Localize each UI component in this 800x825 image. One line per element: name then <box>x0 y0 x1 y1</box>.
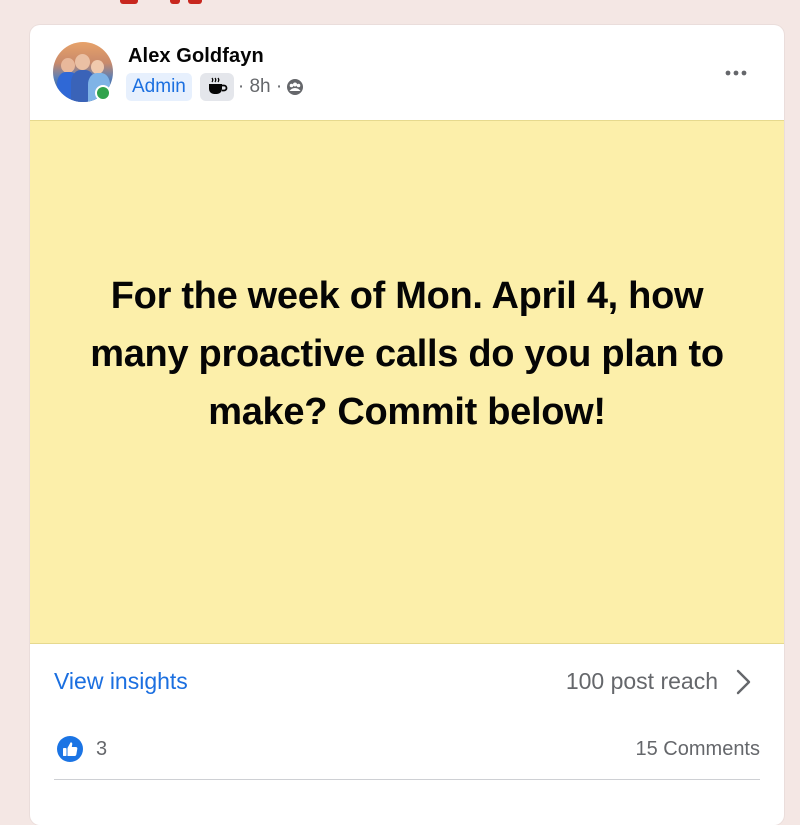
coffee-cup-icon[interactable] <box>199 73 234 101</box>
view-insights-link[interactable]: View insights <box>54 668 188 695</box>
more-horizontal-icon[interactable] <box>722 59 750 87</box>
post-card: Alex Goldfayn Admin · 8h · For the week … <box>30 25 784 825</box>
previous-header-sliver <box>0 0 800 8</box>
insights-row: View insights 100 post reach <box>30 643 784 719</box>
sliver-mark <box>120 0 138 4</box>
post-meta: Admin · 8h · <box>126 73 304 101</box>
chevron-right-icon[interactable] <box>732 667 754 697</box>
post-header: Alex Goldfayn Admin · 8h · <box>30 25 784 120</box>
post-reach-text[interactable]: 100 post reach <box>566 668 718 695</box>
reactions-row: 3 15 Comments <box>30 729 784 777</box>
comments-count[interactable]: 15 Comments <box>636 738 761 761</box>
group-audience-icon <box>287 79 304 95</box>
post-background: For the week of Mon. April 4, how many p… <box>30 120 784 644</box>
like-count[interactable]: 3 <box>96 738 107 761</box>
sliver-mark <box>188 0 202 4</box>
author-name[interactable]: Alex Goldfayn <box>128 45 264 68</box>
post-body-text: For the week of Mon. April 4, how many p… <box>90 275 724 433</box>
post-time[interactable]: · 8h · <box>238 76 282 98</box>
admin-badge[interactable]: Admin <box>126 73 192 101</box>
divider <box>54 779 760 780</box>
sliver-mark <box>170 0 180 4</box>
online-status-indicator <box>95 85 111 101</box>
like-thumbs-up-icon[interactable] <box>57 736 83 762</box>
